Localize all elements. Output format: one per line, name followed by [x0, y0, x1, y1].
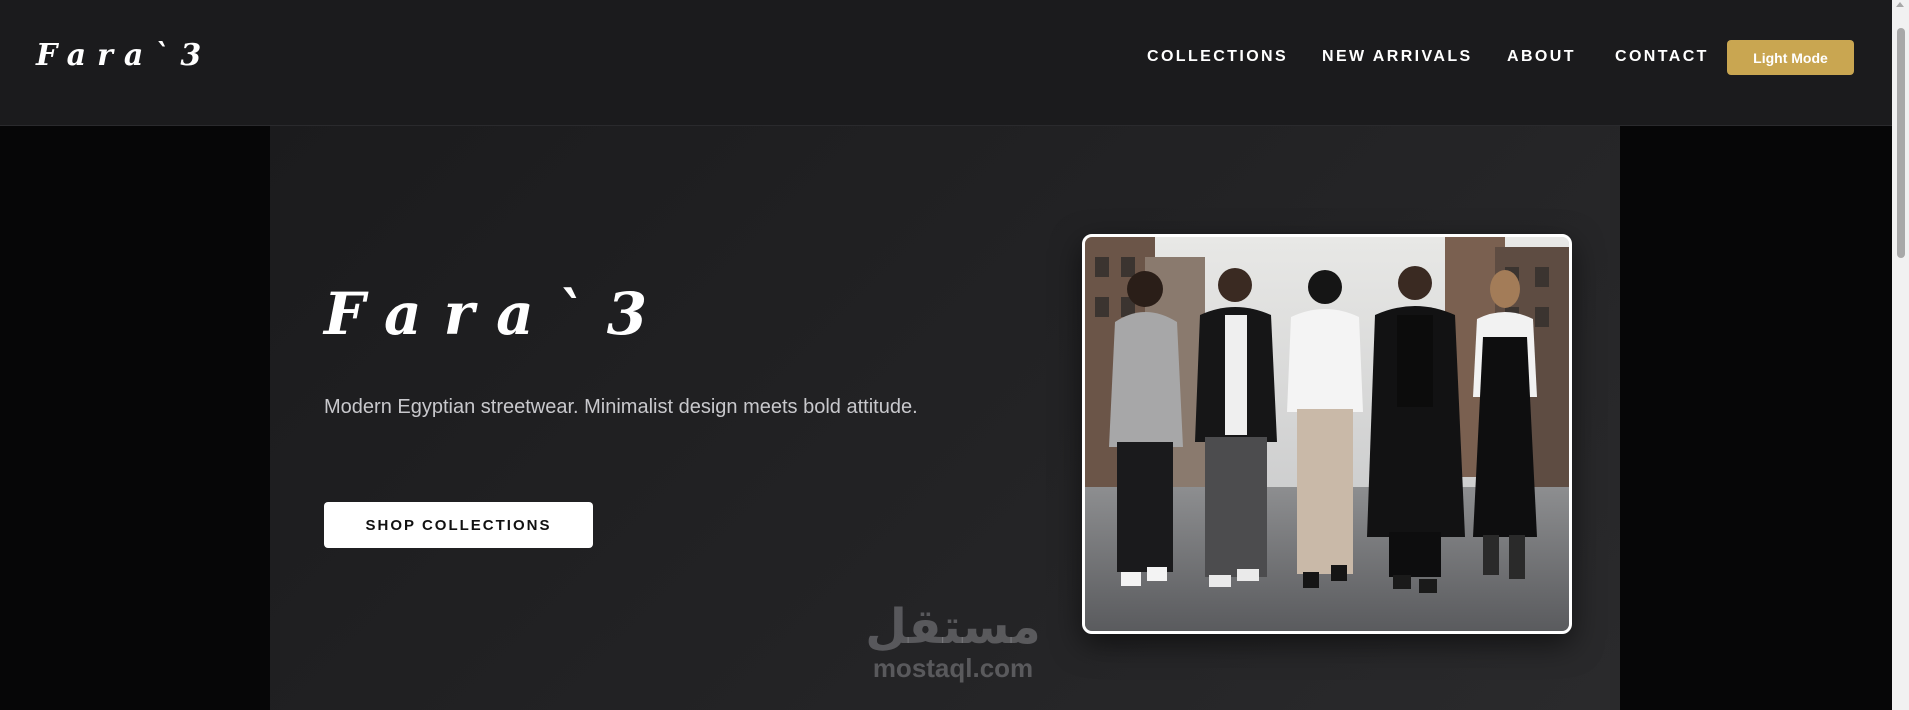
- nav-link-new-arrivals[interactable]: NEW ARRIVALS: [1322, 48, 1473, 66]
- vertical-scrollbar[interactable]: [1892, 0, 1909, 710]
- nav-link-contact[interactable]: CONTACT: [1615, 48, 1709, 66]
- hero-description: Modern Egyptian streetwear. Minimalist d…: [324, 396, 918, 418]
- watermark-arabic: مستقل: [865, 599, 1041, 655]
- navbar: Fara`3 COLLECTIONS NEW ARRIVALS ABOUT CO…: [0, 0, 1892, 126]
- nav-link-about[interactable]: ABOUT: [1507, 48, 1576, 66]
- hero-title: Fara`3: [324, 280, 670, 348]
- scrollbar-thumb[interactable]: [1897, 28, 1905, 258]
- light-mode-button[interactable]: Light Mode: [1727, 40, 1854, 75]
- mostaql-watermark: مستقل mostaql.com: [858, 600, 1048, 682]
- nav-link-collections[interactable]: COLLECTIONS: [1147, 48, 1288, 66]
- brand-logo[interactable]: Fara`3: [36, 38, 212, 73]
- hero-image: [1082, 234, 1572, 634]
- watermark-latin: mostaql.com: [872, 653, 1034, 683]
- scroll-up-arrow-icon[interactable]: [1896, 2, 1904, 7]
- shop-collections-button[interactable]: SHOP COLLECTIONS: [324, 502, 593, 548]
